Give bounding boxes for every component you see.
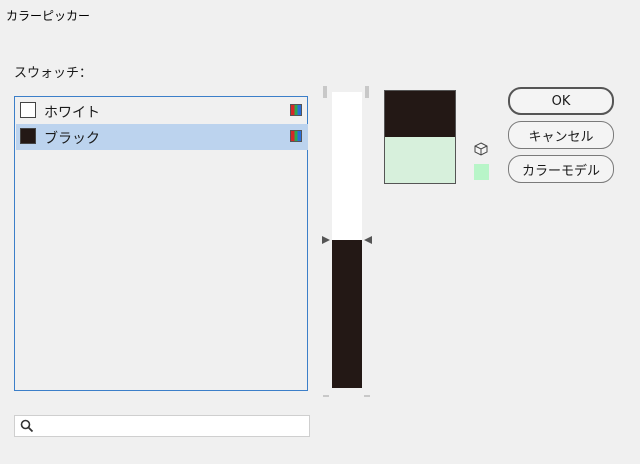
title-bar: カラーピッカー (0, 0, 640, 32)
swatch-chip (20, 128, 36, 144)
swatch-item-white[interactable]: ホワイト (16, 98, 308, 124)
original-color-swatch[interactable] (385, 137, 455, 183)
slider-rail-bottom-right (364, 395, 370, 397)
slider-rail-top-right (365, 86, 369, 98)
ok-button[interactable]: OK (508, 87, 614, 115)
color-preview (384, 90, 456, 184)
swatch-list[interactable]: ホワイト ブラック (14, 96, 308, 391)
websafe-color-chip[interactable] (474, 164, 489, 180)
search-field[interactable] (14, 415, 310, 437)
swatches-label: スウォッチ： (14, 66, 93, 81)
search-input[interactable] (39, 417, 308, 437)
swatch-chip (20, 102, 36, 118)
rgb-mode-icon (290, 104, 302, 116)
slider-rail-bottom-left (323, 395, 329, 397)
slider-rail-top-left (323, 86, 327, 98)
swatch-item-black[interactable]: ブラック (16, 124, 308, 150)
swatch-item-label: ブラック (44, 131, 100, 147)
slider-handle[interactable] (322, 235, 372, 245)
color-slider-fill (332, 240, 362, 388)
window-title: カラーピッカー (6, 9, 91, 23)
rgb-mode-icon (290, 130, 302, 142)
new-color-swatch (385, 91, 455, 137)
cancel-button[interactable]: キャンセル (508, 121, 614, 149)
websafe-cube-icon[interactable] (474, 142, 488, 156)
color-model-button[interactable]: カラーモデル (508, 155, 614, 183)
swatch-item-label: ホワイト (44, 105, 100, 121)
search-icon (20, 419, 34, 433)
